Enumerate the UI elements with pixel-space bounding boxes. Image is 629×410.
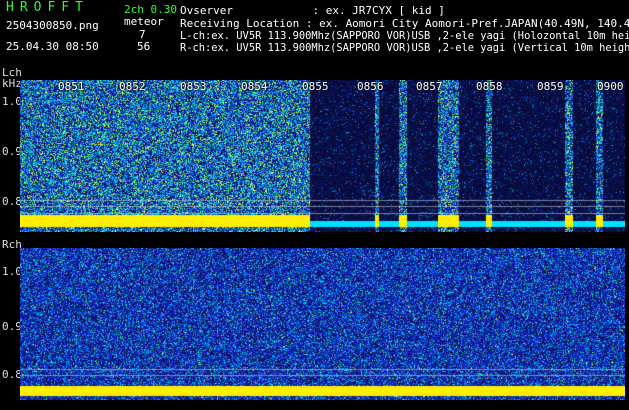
rch-spectrogram bbox=[20, 248, 625, 400]
time-tick: 0852 bbox=[119, 80, 146, 93]
lch-ytick-3: 0.8 bbox=[2, 195, 22, 208]
time-tick: 0859 bbox=[537, 80, 564, 93]
time-tick: 0854 bbox=[241, 80, 268, 93]
observer-line: Ovserver : ex. JR7CYX [ kid ] bbox=[180, 4, 445, 17]
rch-ytick-3: 0.8 bbox=[2, 368, 22, 381]
lch-spectrogram bbox=[20, 80, 625, 232]
time-tick: 0851 bbox=[58, 80, 85, 93]
meteor-count-r: 56 bbox=[137, 40, 151, 53]
lch-unit: kHz bbox=[2, 77, 22, 90]
time-tick: 0857 bbox=[416, 80, 443, 93]
app-logo: HROFFT bbox=[6, 0, 89, 15]
rch-ytick-2: 0.9 bbox=[2, 320, 22, 333]
rch-info-line: R-ch:ex. UV5R 113.900Mhz(SAPPORO VOR)USB… bbox=[180, 42, 629, 54]
datetime: 25.04.30 08:50 bbox=[6, 40, 99, 53]
meteor-label: meteor bbox=[124, 15, 164, 28]
location-line: Receiving Location : ex. Aomori City Aom… bbox=[180, 17, 629, 30]
time-tick: 0856 bbox=[357, 80, 384, 93]
rch-label: Rch bbox=[2, 238, 22, 251]
rch-ytick-1: 1.0 bbox=[2, 265, 22, 278]
time-tick: 0853 bbox=[180, 80, 207, 93]
filename: 2504300850.png bbox=[6, 19, 99, 32]
lch-ytick-2: 0.9 bbox=[2, 145, 22, 158]
lch-ytick-1: 1.0 bbox=[2, 95, 22, 108]
time-tick: 0858 bbox=[476, 80, 503, 93]
time-tick: 0855 bbox=[302, 80, 329, 93]
time-tick: 0900 bbox=[597, 80, 624, 93]
